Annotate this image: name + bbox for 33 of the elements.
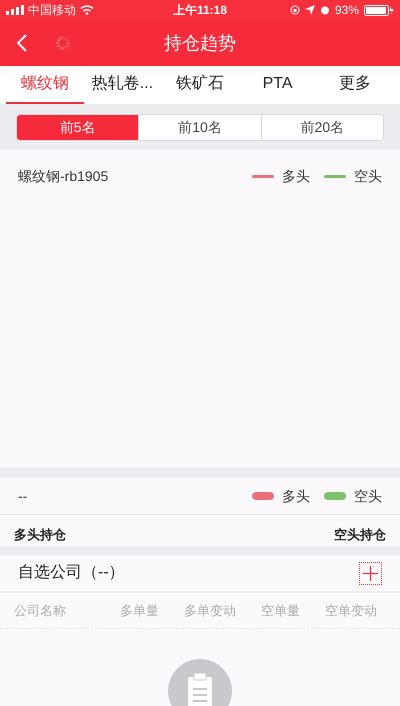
category-tab[interactable]: 更多 — [316, 66, 394, 104]
category-tab[interactable]: PTA — [238, 66, 316, 104]
column-header: 空单变动 — [324, 602, 378, 620]
rank-segment[interactable]: 前20名 — [260, 115, 383, 140]
carrier-name: 中国移动 — [28, 2, 76, 19]
column-header: 公司名称 — [14, 602, 67, 620]
back-icon — [17, 34, 27, 52]
lock-rotation-icon — [290, 5, 300, 15]
battery-icon — [364, 4, 394, 16]
wifi-icon — [80, 5, 94, 15]
add-button[interactable] — [359, 562, 382, 584]
legend-label: 多头 — [282, 486, 310, 506]
loading-spinner-icon — [54, 34, 72, 52]
rank-segment[interactable]: 前5名 — [17, 115, 138, 140]
status-time: 上午11:18 — [172, 2, 228, 19]
column-header: 空单量 — [260, 602, 301, 620]
legend-label: 多头 — [282, 167, 310, 186]
legend-label: 空头 — [354, 486, 382, 506]
legend-label: 空头 — [354, 167, 382, 186]
category-tab[interactable]: 铁矿石 — [161, 66, 239, 104]
short-position-label: 空头持仓 — [334, 526, 386, 544]
page-title: 持仓趋势 — [164, 32, 236, 54]
plus-icon — [363, 566, 378, 580]
chart-title: 螺纹钢-rb1905 — [18, 167, 110, 186]
column-header: 多单变动 — [182, 602, 237, 620]
battery-percent: 93% — [334, 2, 359, 19]
watchlist-title: 自选公司（--） — [18, 562, 126, 583]
position-title: -- — [18, 486, 28, 506]
long-position-label: 多头持仓 — [14, 526, 66, 544]
column-header: 多单量 — [118, 602, 160, 620]
signal-icon — [6, 5, 24, 15]
location-icon — [304, 5, 315, 15]
category-tab[interactable]: 热轧卷... — [84, 66, 162, 104]
